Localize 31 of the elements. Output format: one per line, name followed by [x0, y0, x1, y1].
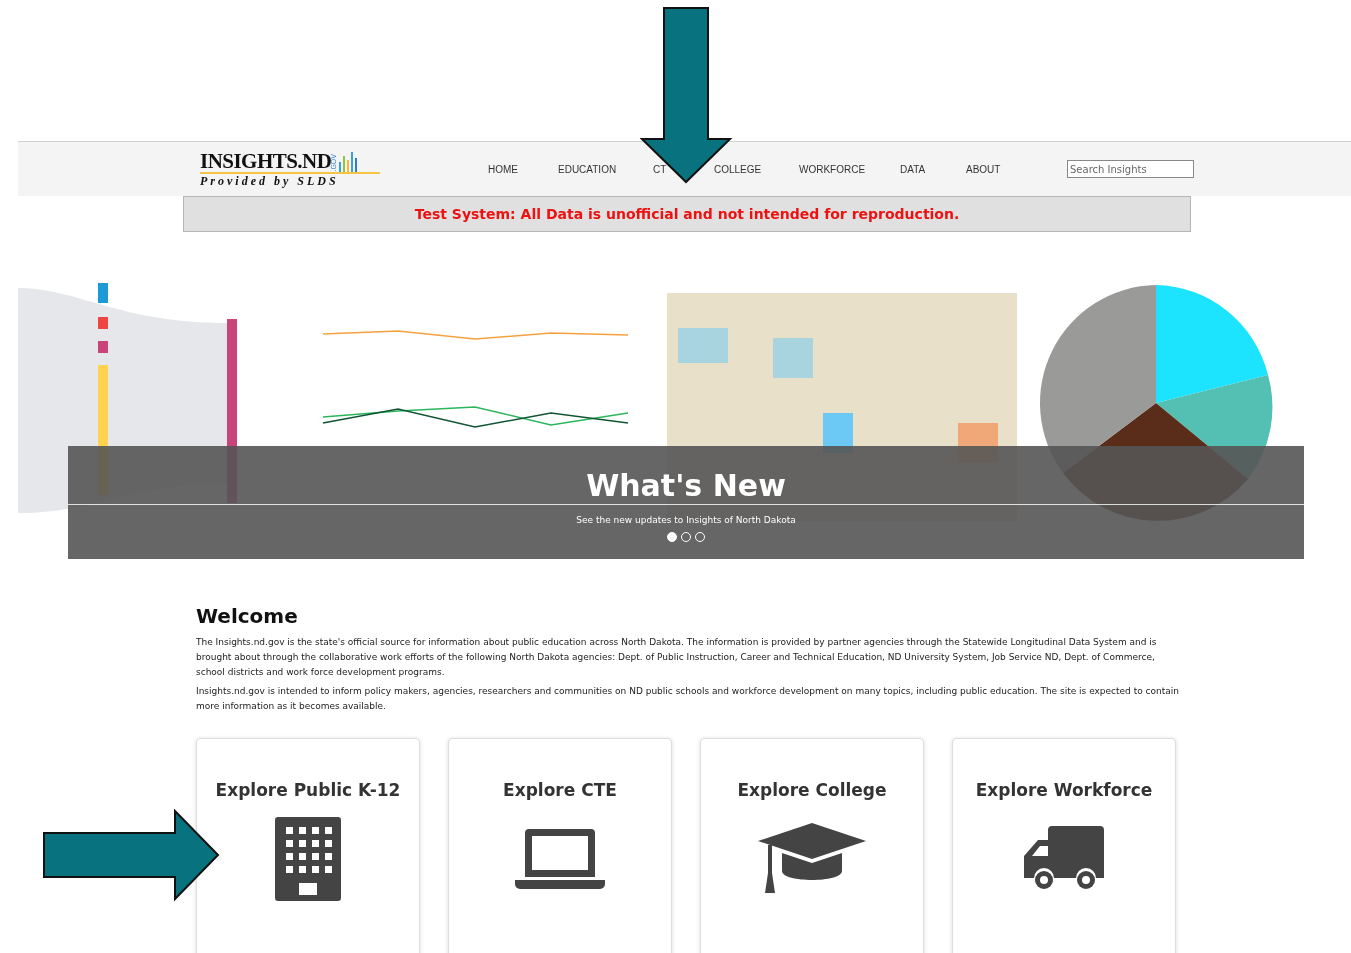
- nav-link[interactable]: COLLEGE: [714, 163, 762, 175]
- paragraph: Insights.nd.gov is intended to inform policy makers, agencies, researchers and communities on ND public schools and workforce development on many topics, including public education. The site is expected to contain more information as it becomes available.: [196, 685, 1180, 713]
- bar-chart-icon: [338, 149, 359, 172]
- warning-message: Test System: All Data is unofficial and not intended for reproduction.: [414, 204, 960, 224]
- right-arrow-icon: [42, 809, 220, 902]
- paragraph: The Insights.nd.gov is the state's official source for information about public education across North Dakota. The information is provided by partner agencies through the Statewide Longitudinal Data System and is brought about through the collaborative work efforts of the following North Dakota agencies: Dept. of Public Instruction, Career and Technical Education, ND University System, Job Service ND, Dept. of Commerce, school districts and work force development programs.: [196, 636, 1158, 679]
- card-title: Explore CTE: [503, 779, 617, 802]
- explore-card[interactable]: Explore College: [700, 738, 924, 953]
- nav-link[interactable]: HOME: [488, 163, 518, 175]
- truck-icon: [1024, 825, 1104, 892]
- laptop-icon: [515, 828, 605, 889]
- explore-card[interactable]: Explore CTE: [448, 738, 672, 953]
- graduation-cap-icon: [758, 822, 866, 895]
- nav-link[interactable]: ABOUT: [966, 163, 1001, 175]
- section-heading: Welcome: [196, 603, 299, 629]
- nav-link[interactable]: DATA: [900, 163, 926, 175]
- nav-link[interactable]: WORKFORCE: [799, 163, 866, 175]
- nav-link[interactable]: CT: [653, 163, 667, 175]
- search-field[interactable]: Search Insights: [1067, 160, 1194, 178]
- building-icon: [275, 816, 341, 901]
- carousel-caption-text: See the new updates to Insights of North Dakota: [576, 514, 796, 526]
- card-title: Explore Public K-12: [215, 779, 401, 802]
- logo-subtitle: Provided by SLDS: [200, 173, 340, 189]
- card-title: Explore Workforce: [975, 779, 1153, 802]
- explore-card[interactable]: Explore Public K-12: [196, 738, 420, 953]
- carousel-caption-title: What's New: [586, 468, 786, 504]
- explore-card[interactable]: Explore Workforce: [952, 738, 1176, 953]
- carousel-indicator[interactable]: [667, 532, 677, 542]
- card-title: Explore College: [737, 779, 887, 802]
- logo-title: INSIGHTS.ND: [200, 150, 332, 172]
- nav-link[interactable]: EDUCATION: [558, 163, 617, 175]
